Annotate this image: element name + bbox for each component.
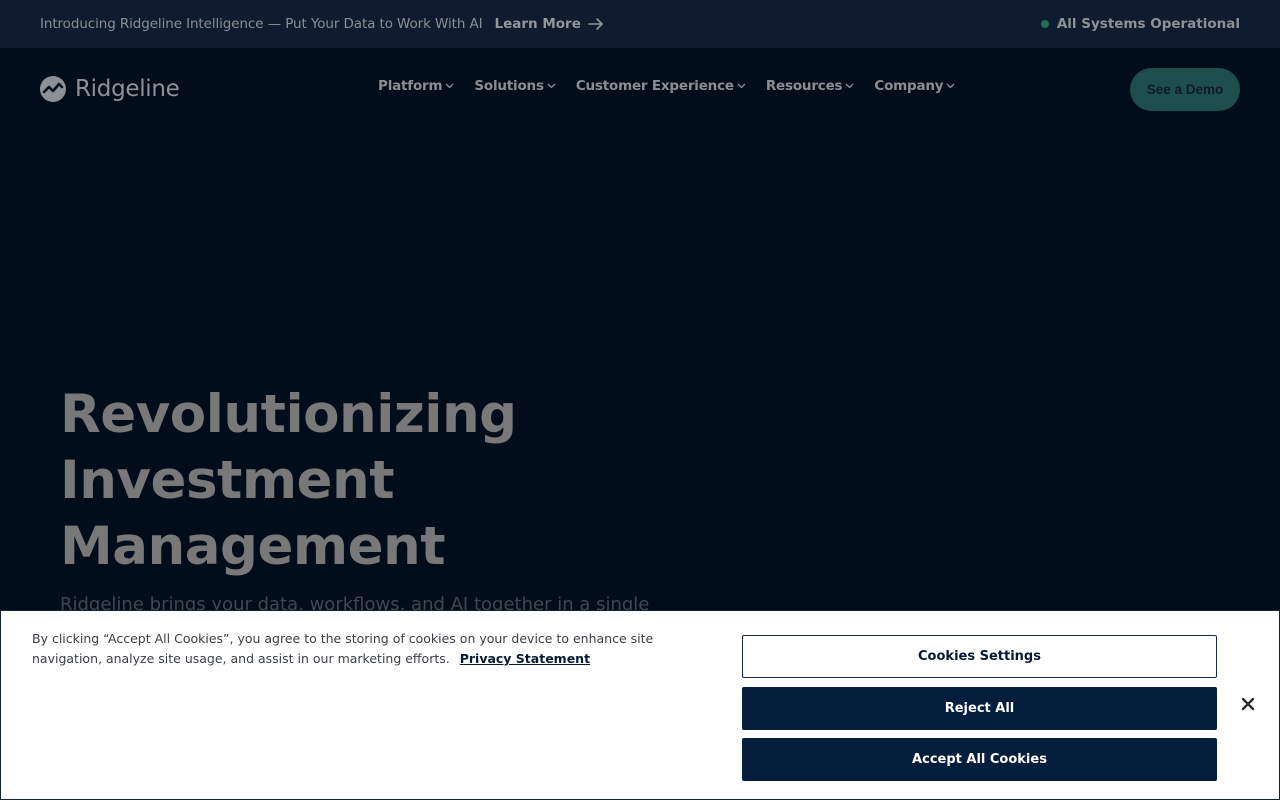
chevron-down-icon xyxy=(946,83,955,89)
see-a-demo-button[interactable]: See a Demo xyxy=(1130,68,1240,111)
chevron-down-icon xyxy=(547,83,556,89)
chevron-down-icon xyxy=(737,83,746,89)
hero-title-line: Revolutionizing xyxy=(60,384,517,445)
nav-item-label: Platform xyxy=(378,78,443,94)
nav-item-label: Resources xyxy=(765,78,843,94)
privacy-statement-link[interactable]: Privacy Statement xyxy=(460,651,590,666)
main-nav: Ridgeline Platform Solutions Customer Ex… xyxy=(0,48,1280,131)
chevron-down-icon xyxy=(845,83,854,89)
chevron-down-icon xyxy=(445,83,454,89)
ridgeline-logo-icon xyxy=(40,76,66,102)
nav-item-resources[interactable]: Resources xyxy=(766,78,855,94)
nav-menu: Platform Solutions Customer Experience R… xyxy=(378,78,975,94)
learn-more-label: Learn More xyxy=(494,16,581,32)
reject-all-button[interactable]: Reject All xyxy=(742,687,1217,730)
system-status-link[interactable]: All Systems Operational xyxy=(1040,0,1240,48)
status-dot-icon xyxy=(1040,20,1049,28)
announcement-bar: Introducing Ridgeline Intelligence — Put… xyxy=(0,0,1280,48)
cookies-settings-button[interactable]: Cookies Settings xyxy=(742,635,1217,678)
nav-item-customer-experience[interactable]: Customer Experience xyxy=(576,78,746,94)
hero-title-line: Management xyxy=(60,516,446,577)
logo-link[interactable]: Ridgeline xyxy=(40,76,180,102)
nav-item-platform[interactable]: Platform xyxy=(378,78,454,94)
nav-item-label: Solutions xyxy=(474,78,544,94)
nav-item-label: Customer Experience xyxy=(575,78,734,94)
close-icon[interactable] xyxy=(1239,695,1257,713)
hero-title-line: Investment xyxy=(60,450,395,511)
nav-item-label: Company xyxy=(874,78,944,94)
nav-item-solutions[interactable]: Solutions xyxy=(474,78,556,94)
announcement-text: Introducing Ridgeline Intelligence — Put… xyxy=(40,16,483,32)
logo-wordmark: Ridgeline xyxy=(75,76,180,102)
arrow-right-icon xyxy=(588,18,603,30)
status-label: All Systems Operational xyxy=(1056,16,1240,32)
accept-all-cookies-button[interactable]: Accept All Cookies xyxy=(742,738,1217,781)
nav-item-company[interactable]: Company xyxy=(874,78,955,94)
cookie-consent-banner: By clicking “Accept All Cookies”, you ag… xyxy=(0,610,1280,800)
cookie-notice: By clicking “Accept All Cookies”, you ag… xyxy=(32,629,692,669)
hero-title: Revolutionizing Investment Management xyxy=(60,382,660,580)
learn-more-link[interactable]: Learn More xyxy=(494,16,603,32)
